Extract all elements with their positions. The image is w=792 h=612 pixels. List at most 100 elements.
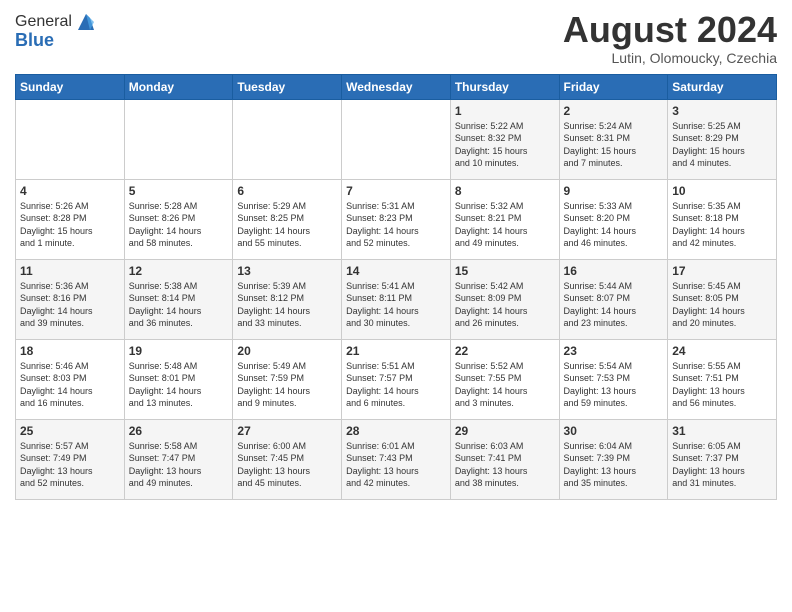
day-number: 17	[672, 264, 772, 278]
calendar-cell: 26 Sunrise: 5:58 AM Sunset: 7:47 PM Dayli…	[124, 419, 233, 499]
day-number: 1	[455, 104, 555, 118]
day-number: 2	[564, 104, 664, 118]
day-info: Sunrise: 5:45 AM Sunset: 8:05 PM Dayligh…	[672, 280, 772, 330]
calendar-cell: 10 Sunrise: 5:35 AM Sunset: 8:18 PM Dayli…	[668, 179, 777, 259]
page-container: General Blue August 2024 Lutin, Olomouck…	[0, 0, 792, 510]
calendar-cell: 12 Sunrise: 5:38 AM Sunset: 8:14 PM Dayli…	[124, 259, 233, 339]
day-info: Sunrise: 5:39 AM Sunset: 8:12 PM Dayligh…	[237, 280, 337, 330]
calendar-cell	[233, 99, 342, 179]
calendar-table: SundayMondayTuesdayWednesdayThursdayFrid…	[15, 74, 777, 500]
day-info: Sunrise: 6:04 AM Sunset: 7:39 PM Dayligh…	[564, 440, 664, 490]
day-info: Sunrise: 5:31 AM Sunset: 8:23 PM Dayligh…	[346, 200, 446, 250]
weekday-header-friday: Friday	[559, 74, 668, 99]
day-number: 9	[564, 184, 664, 198]
day-info: Sunrise: 5:26 AM Sunset: 8:28 PM Dayligh…	[20, 200, 120, 250]
weekday-header-thursday: Thursday	[450, 74, 559, 99]
calendar-cell: 13Sunrise: 5:39 AM Sunset: 8:12 PM Dayli…	[233, 259, 342, 339]
logo-icon	[74, 10, 98, 34]
day-number: 21	[346, 344, 446, 358]
weekday-header-sunday: Sunday	[16, 74, 125, 99]
calendar-cell: 7 Sunrise: 5:31 AM Sunset: 8:23 PM Daylig…	[342, 179, 451, 259]
day-number: 10	[672, 184, 772, 198]
day-number: 25	[20, 424, 120, 438]
day-number: 12	[129, 264, 229, 278]
day-info: Sunrise: 6:03 AM Sunset: 7:41 PM Dayligh…	[455, 440, 555, 490]
day-info: Sunrise: 5:41 AM Sunset: 8:11 PM Dayligh…	[346, 280, 446, 330]
day-info: Sunrise: 5:35 AM Sunset: 8:18 PM Dayligh…	[672, 200, 772, 250]
calendar-cell	[124, 99, 233, 179]
calendar-week-2: 4Sunrise: 5:26 AM Sunset: 8:28 PM Daylig…	[16, 179, 777, 259]
calendar-week-3: 11 Sunrise: 5:36 AM Sunset: 8:16 PM Dayli…	[16, 259, 777, 339]
logo: General Blue	[15, 10, 98, 51]
calendar-cell: 18 Sunrise: 5:46 AM Sunset: 8:03 PM Dayli…	[16, 339, 125, 419]
calendar-cell: 8Sunrise: 5:32 AM Sunset: 8:21 PM Daylig…	[450, 179, 559, 259]
day-info: Sunrise: 5:36 AM Sunset: 8:16 PM Dayligh…	[20, 280, 120, 330]
day-info: Sunrise: 5:52 AM Sunset: 7:55 PM Dayligh…	[455, 360, 555, 410]
calendar-cell: 2Sunrise: 5:24 AM Sunset: 8:31 PM Daylig…	[559, 99, 668, 179]
month-title: August 2024	[563, 10, 777, 50]
day-number: 3	[672, 104, 772, 118]
calendar-cell: 4Sunrise: 5:26 AM Sunset: 8:28 PM Daylig…	[16, 179, 125, 259]
calendar-cell: 11 Sunrise: 5:36 AM Sunset: 8:16 PM Dayli…	[16, 259, 125, 339]
calendar-cell: 23Sunrise: 5:54 AM Sunset: 7:53 PM Dayli…	[559, 339, 668, 419]
weekday-header-monday: Monday	[124, 74, 233, 99]
calendar-cell: 27 Sunrise: 6:00 AM Sunset: 7:45 PM Dayli…	[233, 419, 342, 499]
weekday-header-saturday: Saturday	[668, 74, 777, 99]
day-number: 8	[455, 184, 555, 198]
day-number: 26	[129, 424, 229, 438]
day-number: 30	[564, 424, 664, 438]
day-number: 20	[237, 344, 337, 358]
calendar-cell: 9 Sunrise: 5:33 AM Sunset: 8:20 PM Daylig…	[559, 179, 668, 259]
day-info: Sunrise: 5:38 AM Sunset: 8:14 PM Dayligh…	[129, 280, 229, 330]
calendar-cell: 15 Sunrise: 5:42 AM Sunset: 8:09 PM Dayli…	[450, 259, 559, 339]
location-subtitle: Lutin, Olomoucky, Czechia	[563, 50, 777, 66]
day-number: 7	[346, 184, 446, 198]
calendar-week-4: 18 Sunrise: 5:46 AM Sunset: 8:03 PM Dayli…	[16, 339, 777, 419]
day-number: 6	[237, 184, 337, 198]
calendar-cell: 20 Sunrise: 5:49 AM Sunset: 7:59 PM Dayli…	[233, 339, 342, 419]
day-number: 15	[455, 264, 555, 278]
day-info: Sunrise: 5:48 AM Sunset: 8:01 PM Dayligh…	[129, 360, 229, 410]
calendar-cell: 19 Sunrise: 5:48 AM Sunset: 8:01 PM Dayli…	[124, 339, 233, 419]
day-number: 27	[237, 424, 337, 438]
calendar-week-1: 1 Sunrise: 5:22 AM Sunset: 8:32 PM Daylig…	[16, 99, 777, 179]
calendar-cell: 16Sunrise: 5:44 AM Sunset: 8:07 PM Dayli…	[559, 259, 668, 339]
calendar-cell: 22Sunrise: 5:52 AM Sunset: 7:55 PM Dayli…	[450, 339, 559, 419]
day-number: 29	[455, 424, 555, 438]
day-number: 11	[20, 264, 120, 278]
calendar-cell	[342, 99, 451, 179]
day-number: 18	[20, 344, 120, 358]
calendar-cell: 17 Sunrise: 5:45 AM Sunset: 8:05 PM Dayli…	[668, 259, 777, 339]
day-info: Sunrise: 6:05 AM Sunset: 7:37 PM Dayligh…	[672, 440, 772, 490]
day-info: Sunrise: 6:00 AM Sunset: 7:45 PM Dayligh…	[237, 440, 337, 490]
day-number: 24	[672, 344, 772, 358]
calendar-cell	[16, 99, 125, 179]
day-info: Sunrise: 5:57 AM Sunset: 7:49 PM Dayligh…	[20, 440, 120, 490]
day-info: Sunrise: 5:58 AM Sunset: 7:47 PM Dayligh…	[129, 440, 229, 490]
calendar-cell: 1 Sunrise: 5:22 AM Sunset: 8:32 PM Daylig…	[450, 99, 559, 179]
day-info: Sunrise: 5:42 AM Sunset: 8:09 PM Dayligh…	[455, 280, 555, 330]
day-info: Sunrise: 5:33 AM Sunset: 8:20 PM Dayligh…	[564, 200, 664, 250]
day-info: Sunrise: 5:22 AM Sunset: 8:32 PM Dayligh…	[455, 120, 555, 170]
calendar-cell: 24Sunrise: 5:55 AM Sunset: 7:51 PM Dayli…	[668, 339, 777, 419]
day-number: 31	[672, 424, 772, 438]
day-number: 5	[129, 184, 229, 198]
logo-general: General	[15, 13, 72, 31]
day-info: Sunrise: 5:25 AM Sunset: 8:29 PM Dayligh…	[672, 120, 772, 170]
day-info: Sunrise: 5:46 AM Sunset: 8:03 PM Dayligh…	[20, 360, 120, 410]
calendar-cell: 14Sunrise: 5:41 AM Sunset: 8:11 PM Dayli…	[342, 259, 451, 339]
calendar-cell: 30 Sunrise: 6:04 AM Sunset: 7:39 PM Dayli…	[559, 419, 668, 499]
day-number: 23	[564, 344, 664, 358]
day-number: 28	[346, 424, 446, 438]
day-info: Sunrise: 5:49 AM Sunset: 7:59 PM Dayligh…	[237, 360, 337, 410]
calendar-cell: 6Sunrise: 5:29 AM Sunset: 8:25 PM Daylig…	[233, 179, 342, 259]
day-info: Sunrise: 5:28 AM Sunset: 8:26 PM Dayligh…	[129, 200, 229, 250]
day-number: 19	[129, 344, 229, 358]
day-info: Sunrise: 6:01 AM Sunset: 7:43 PM Dayligh…	[346, 440, 446, 490]
page-header: General Blue August 2024 Lutin, Olomouck…	[15, 10, 777, 66]
weekday-header-row: SundayMondayTuesdayWednesdayThursdayFrid…	[16, 74, 777, 99]
calendar-cell: 25 Sunrise: 5:57 AM Sunset: 7:49 PM Dayli…	[16, 419, 125, 499]
day-info: Sunrise: 5:51 AM Sunset: 7:57 PM Dayligh…	[346, 360, 446, 410]
day-number: 16	[564, 264, 664, 278]
calendar-week-5: 25 Sunrise: 5:57 AM Sunset: 7:49 PM Dayli…	[16, 419, 777, 499]
